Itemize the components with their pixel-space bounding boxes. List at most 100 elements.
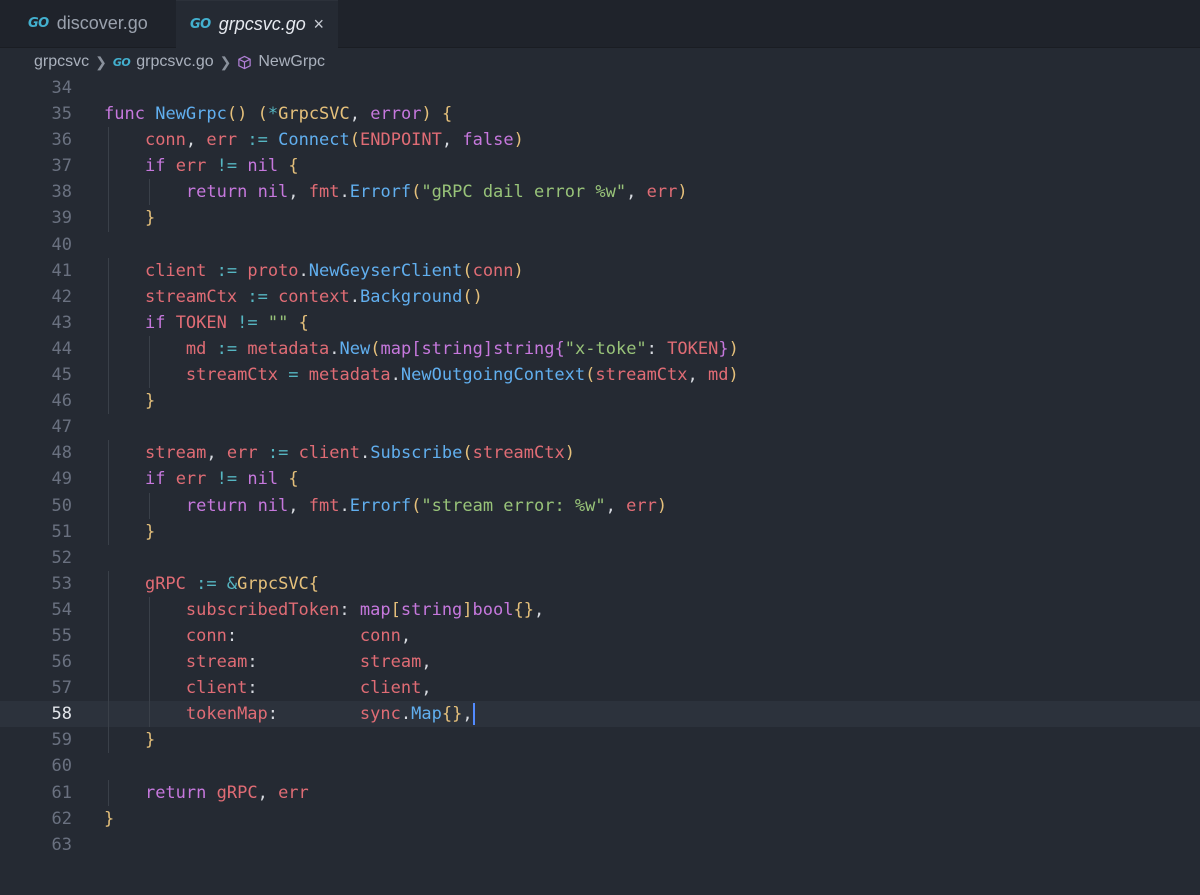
code-line[interactable]: 58 tokenMap: sync.Map{}, (0, 701, 1200, 728)
line-number: 48 (51, 443, 72, 464)
breadcrumb-symbol[interactable]: NewGrpc (258, 53, 325, 71)
code-line[interactable]: 43 if TOKEN != "" { (0, 309, 1200, 336)
code-line[interactable]: 44 md := metadata.New(map[string]string{… (0, 335, 1200, 363)
line-text: } (144, 521, 156, 542)
line-text: tokenMap: sync.Map{}, (185, 703, 475, 726)
line-number: 56 (51, 652, 72, 673)
line-text: if err != nil { (144, 469, 299, 490)
line-number: 53 (51, 573, 72, 594)
method-cube-icon (238, 55, 252, 69)
line-number: 47 (51, 417, 72, 438)
code-line[interactable]: 42 streamCtx := context.Background() (0, 283, 1200, 310)
line-number: 42 (51, 286, 72, 307)
line-text: } (104, 808, 115, 829)
code-line[interactable]: 45 streamCtx = metadata.NewOutgoingConte… (0, 362, 1200, 389)
line-text: stream: stream, (185, 652, 432, 673)
line-number: 37 (51, 156, 72, 177)
line-number: 59 (51, 730, 72, 751)
code-line[interactable]: 55 conn: conn, (0, 622, 1200, 650)
code-line[interactable]: 40 (0, 232, 1200, 258)
line-text: subscribedToken: map[string]bool{}, (185, 599, 545, 620)
line-number: 36 (51, 130, 72, 151)
tab-label: discover.go (56, 13, 148, 33)
code-line[interactable]: 46 } (0, 388, 1200, 415)
line-text: } (144, 730, 156, 751)
code-line[interactable]: 37 if err != nil { (0, 153, 1200, 180)
code-line[interactable]: 54 subscribedToken: map[string]bool{}, (0, 596, 1200, 623)
line-number: 58 (51, 704, 72, 725)
line-number: 61 (51, 782, 72, 803)
line-text: gRPC := &GrpcSVC{ (144, 573, 320, 594)
line-number: 50 (51, 495, 72, 516)
line-number: 62 (51, 808, 72, 829)
line-number: 43 (51, 312, 72, 333)
line-number: 45 (51, 365, 72, 386)
line-number: 40 (51, 234, 72, 255)
line-number: 34 (51, 78, 72, 98)
code-line[interactable]: 63 (0, 832, 1200, 858)
code-line[interactable]: 59 } (0, 727, 1200, 754)
close-icon[interactable]: × (313, 14, 324, 35)
line-number: 52 (51, 547, 72, 568)
line-number: 51 (51, 521, 72, 542)
code-line[interactable]: 39 } (0, 205, 1200, 232)
chevron-right-icon: ❯ (219, 53, 232, 70)
breadcrumb-folder[interactable]: grpcsvc (34, 53, 89, 71)
code-line[interactable]: 50 return nil, fmt.Errorf("stream error:… (0, 492, 1200, 519)
breadcrumb-file[interactable]: grpcsvc.go (136, 53, 213, 71)
tab-discover-go[interactable]: GO discover.go (0, 0, 176, 47)
line-number: 35 (51, 104, 72, 125)
line-text: client: client, (185, 678, 432, 699)
code-line[interactable]: 34 (0, 75, 1200, 101)
tab-bar: GO discover.go GO grpcsvc.go × (0, 0, 1200, 48)
line-text: func NewGrpc() (*GrpcSVC, error) { (104, 104, 453, 125)
code-line[interactable]: 57 client: client, (0, 675, 1200, 702)
go-file-icon: GO (28, 16, 49, 31)
line-number: 63 (51, 834, 72, 855)
tab-grpcsvc-go[interactable]: GO grpcsvc.go × (176, 0, 338, 48)
line-number: 46 (51, 391, 72, 412)
code-line[interactable]: 51 } (0, 518, 1200, 545)
code-line[interactable]: 41 client := proto.NewGeyserClient(conn) (0, 257, 1200, 284)
code-line[interactable]: 35 func NewGrpc() (*GrpcSVC, error) { (0, 101, 1200, 127)
line-text: conn: conn, (185, 625, 412, 646)
code-line[interactable]: 49 if err != nil { (0, 466, 1200, 493)
line-number: 38 (51, 182, 72, 203)
line-text: return gRPC, err (144, 782, 309, 803)
code-line[interactable]: 47 (0, 414, 1200, 440)
code-line[interactable]: 61 return gRPC, err (0, 779, 1200, 806)
line-number: 57 (51, 678, 72, 699)
code-line[interactable]: 52 (0, 545, 1200, 571)
code-line[interactable]: 62} (0, 806, 1200, 832)
go-file-icon: GO (112, 55, 131, 69)
line-text: if err != nil { (144, 156, 299, 177)
line-text: streamCtx = metadata.NewOutgoingContext(… (185, 365, 739, 386)
code-line[interactable]: 48 stream, err := client.Subscribe(strea… (0, 440, 1200, 467)
line-number: 44 (51, 338, 72, 359)
line-text: return nil, fmt.Errorf("stream error: %w… (185, 495, 668, 516)
code-line[interactable]: 60 (0, 753, 1200, 779)
line-number: 60 (51, 756, 72, 777)
code-line[interactable]: 38 return nil, fmt.Errorf("gRPC dail err… (0, 179, 1200, 206)
line-number: 54 (51, 599, 72, 620)
line-text: return nil, fmt.Errorf("gRPC dail error … (185, 182, 688, 203)
line-text: md := metadata.New(map[string]string{"x-… (185, 338, 739, 359)
tab-label: grpcsvc.go (218, 13, 306, 34)
chevron-right-icon: ❯ (95, 53, 107, 70)
code-editor: GO discover.go GO grpcsvc.go × grpcsvc ❯… (0, 0, 1200, 895)
text-cursor (472, 703, 475, 726)
code-line[interactable]: 36 conn, err := Connect(ENDPOINT, false) (0, 127, 1200, 154)
line-text: } (144, 208, 156, 229)
code-line[interactable]: 53 gRPC := &GrpcSVC{ (0, 570, 1200, 597)
line-number: 55 (51, 625, 72, 646)
code-area[interactable]: 34 35 func NewGrpc() (*GrpcSVC, error) {36… (0, 75, 1200, 858)
line-text: stream, err := client.Subscribe(streamCt… (144, 443, 575, 464)
line-text: conn, err := Connect(ENDPOINT, false) (144, 130, 524, 151)
breadcrumb: grpcsvc ❯ GO grpcsvc.go ❯ NewGrpc (0, 48, 1200, 76)
line-text: if TOKEN != "" { (144, 312, 309, 333)
line-number: 49 (51, 469, 72, 490)
line-number: 41 (51, 260, 72, 281)
line-text: client := proto.NewGeyserClient(conn) (144, 260, 524, 281)
line-number: 39 (51, 208, 72, 229)
code-line[interactable]: 56 stream: stream, (0, 649, 1200, 676)
